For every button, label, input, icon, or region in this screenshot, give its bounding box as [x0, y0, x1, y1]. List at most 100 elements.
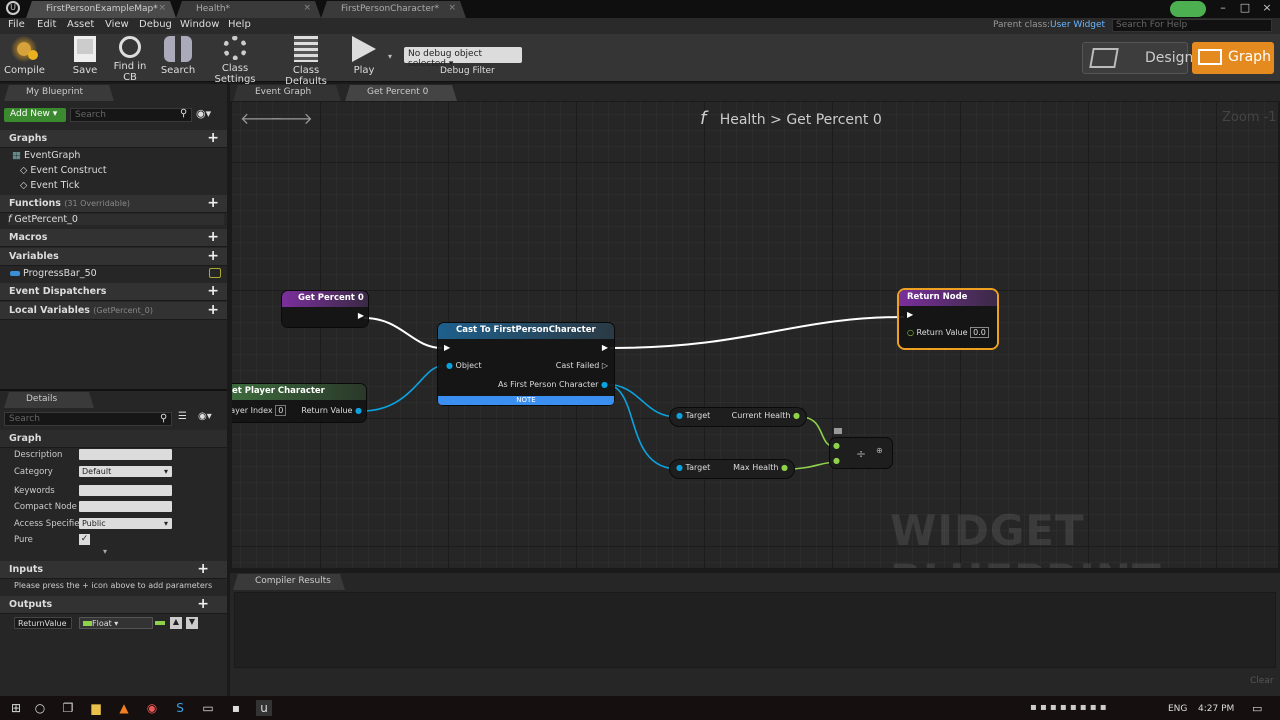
target-pin[interactable]: ● Target — [676, 411, 710, 420]
details-search-input[interactable]: Search — [4, 412, 172, 426]
tab-compiler-results[interactable]: Compiler Results — [233, 574, 345, 590]
keywords-field[interactable] — [79, 485, 172, 496]
section-inputs[interactable]: Inputs + — [0, 561, 227, 579]
compact-node-field[interactable] — [79, 501, 172, 512]
help-search-input[interactable]: Search For Help — [1112, 19, 1272, 32]
search-icon[interactable]: ○ — [32, 700, 48, 716]
max-health-getter[interactable]: ● Target Max Health ● — [670, 460, 794, 478]
eye-icon[interactable]: ◉▾ — [198, 411, 212, 422]
exec-in-pin[interactable]: ▶ — [907, 310, 913, 319]
access-specifier-combo[interactable]: Public ▾ — [79, 518, 172, 529]
class-settings-button[interactable]: Class Settings — [204, 36, 266, 85]
search-button[interactable]: Search — [160, 36, 196, 76]
eye-icon[interactable]: ◉▾ — [196, 107, 211, 120]
add-input-icon[interactable]: + — [197, 561, 209, 577]
menu-asset[interactable]: Asset — [67, 19, 94, 30]
section-graph-details[interactable]: Graph — [0, 430, 227, 448]
menu-file[interactable]: File — [8, 19, 25, 30]
panel-divider[interactable] — [0, 389, 227, 391]
divide-input-b-pin[interactable]: ● — [833, 456, 840, 465]
tree-item-event-construct[interactable]: ◇ Event Construct — [20, 165, 107, 176]
close-icon[interactable]: × — [448, 3, 456, 13]
add-new-button[interactable]: Add New ▾ — [4, 108, 66, 122]
menu-edit[interactable]: Edit — [37, 19, 56, 30]
tab-map[interactable]: FirstPersonExampleMap* × — [26, 1, 176, 18]
section-functions[interactable]: Functions (31 Overridable) + — [0, 195, 227, 213]
chrome-icon[interactable]: ◉ — [144, 700, 160, 716]
target-pin[interactable]: ● Target — [676, 463, 710, 472]
return-value-pin[interactable]: ○ Return Value 0.0 — [907, 327, 989, 338]
add-output-icon[interactable]: + — [197, 596, 209, 612]
tab-character[interactable]: FirstPersonCharacter* × — [321, 1, 466, 18]
object-pin[interactable]: ● Object — [446, 361, 482, 370]
close-icon[interactable]: × — [158, 3, 166, 13]
move-up-button[interactable]: ▲ — [170, 617, 182, 629]
as-character-pin[interactable]: As First Person Character ● — [498, 380, 608, 389]
player-index-pin[interactable]: layer Index 0 — [232, 405, 287, 416]
section-graphs[interactable]: Graphs + — [0, 130, 227, 148]
menu-view[interactable]: View — [105, 19, 129, 30]
output-name-field[interactable]: ReturnValue — [14, 617, 72, 629]
graph-canvas[interactable]: 🡐 🡒 f Health > Get Percent 0 Zoom -1 Get… — [232, 102, 1278, 568]
tree-item-getpercent[interactable]: f GetPercent_0 — [8, 214, 224, 225]
notifications-icon[interactable]: ▭ — [1252, 702, 1262, 715]
tab-event-graph[interactable]: Event Graph — [233, 85, 341, 101]
tab-get-percent[interactable]: Get Percent 0 — [345, 85, 457, 101]
source-control-icon[interactable] — [1170, 1, 1206, 17]
tree-item-eventgraph[interactable]: ▦ EventGraph — [12, 150, 80, 161]
pure-checkbox[interactable]: ✓ — [79, 534, 90, 545]
current-health-getter[interactable]: ● Target Current Health ● — [670, 408, 806, 426]
output-type-select[interactable]: Float ▾ — [79, 617, 153, 629]
maximize-icon[interactable]: □ — [1234, 0, 1256, 18]
section-macros[interactable]: Macros + — [0, 229, 227, 247]
move-down-button[interactable]: ▼ — [186, 617, 198, 629]
compile-button[interactable]: Compile — [4, 36, 45, 76]
visibility-toggle-icon[interactable] — [209, 268, 221, 278]
find-in-cb-button[interactable]: Find in CB — [106, 36, 154, 83]
clock[interactable]: 4:27 PM — [1198, 704, 1234, 714]
tray-icons[interactable]: ▪ ▪ ▪ ▪ ▪ ▪ ▪ ▪ — [1030, 702, 1106, 713]
add-function-icon[interactable]: + — [207, 195, 219, 211]
blueprint-search-input[interactable]: Search — [70, 108, 192, 122]
return-node[interactable]: Return Node ▶ ○ Return Value 0.0 — [899, 290, 997, 348]
player-index-value[interactable]: 0 — [275, 405, 287, 416]
class-defaults-button[interactable]: Class Defaults — [274, 36, 338, 87]
skype-icon[interactable]: S — [172, 700, 188, 716]
return-value-default[interactable]: 0.0 — [970, 327, 989, 338]
vlc-icon[interactable]: ▲ — [116, 700, 132, 716]
file-explorer-icon[interactable]: ▆ — [88, 700, 104, 716]
get-player-character-node[interactable]: et Player Character layer Index 0 Return… — [232, 384, 366, 422]
task-view-icon[interactable]: ❐ — [60, 700, 76, 716]
section-event-dispatchers[interactable]: Event Dispatchers + — [0, 283, 227, 301]
max-health-pin[interactable]: Max Health ● — [733, 463, 788, 472]
save-button[interactable]: Save — [70, 36, 100, 76]
play-options-icon[interactable]: ▾ — [388, 52, 392, 61]
windows-start-icon[interactable]: ⊞ — [8, 700, 24, 716]
minimize-icon[interactable]: – — [1212, 0, 1234, 18]
clear-button[interactable]: Clear — [1250, 676, 1274, 686]
tree-item-progressbar[interactable]: ProgressBar_50 — [10, 268, 97, 279]
app-icon[interactable]: ▪ — [228, 700, 244, 716]
menu-debug[interactable]: Debug — [139, 19, 172, 30]
add-variable-icon[interactable]: + — [207, 248, 219, 264]
section-local-variables[interactable]: Local Variables (GetPercent_0) + — [0, 302, 227, 320]
get-player-return-pin[interactable]: Return Value ● — [301, 406, 362, 415]
unreal-taskbar-icon[interactable]: u — [256, 700, 272, 716]
tree-item-event-tick[interactable]: ◇ Event Tick — [20, 180, 79, 191]
current-health-pin[interactable]: Current Health ● — [732, 411, 800, 420]
add-dispatcher-icon[interactable]: + — [207, 283, 219, 299]
description-field[interactable] — [79, 449, 172, 460]
play-button[interactable]: Play — [346, 36, 382, 76]
monitor-icon[interactable]: ▭ — [200, 700, 216, 716]
expand-advanced-icon[interactable]: ▾ — [103, 547, 107, 556]
tab-my-blueprint[interactable]: My Blueprint — [4, 85, 114, 101]
add-graph-icon[interactable]: + — [207, 130, 219, 146]
category-combo[interactable]: Default ▾ — [79, 466, 172, 477]
close-window-icon[interactable]: × — [1256, 0, 1278, 18]
exec-out-pin[interactable]: ▶ — [602, 343, 608, 352]
divide-input-a-pin[interactable]: ● — [833, 441, 840, 450]
add-local-variable-icon[interactable]: + — [207, 302, 219, 318]
section-outputs[interactable]: Outputs + — [0, 596, 227, 614]
debug-object-select[interactable]: No debug object selected ▾ — [404, 47, 522, 69]
menu-window[interactable]: Window — [180, 19, 219, 30]
